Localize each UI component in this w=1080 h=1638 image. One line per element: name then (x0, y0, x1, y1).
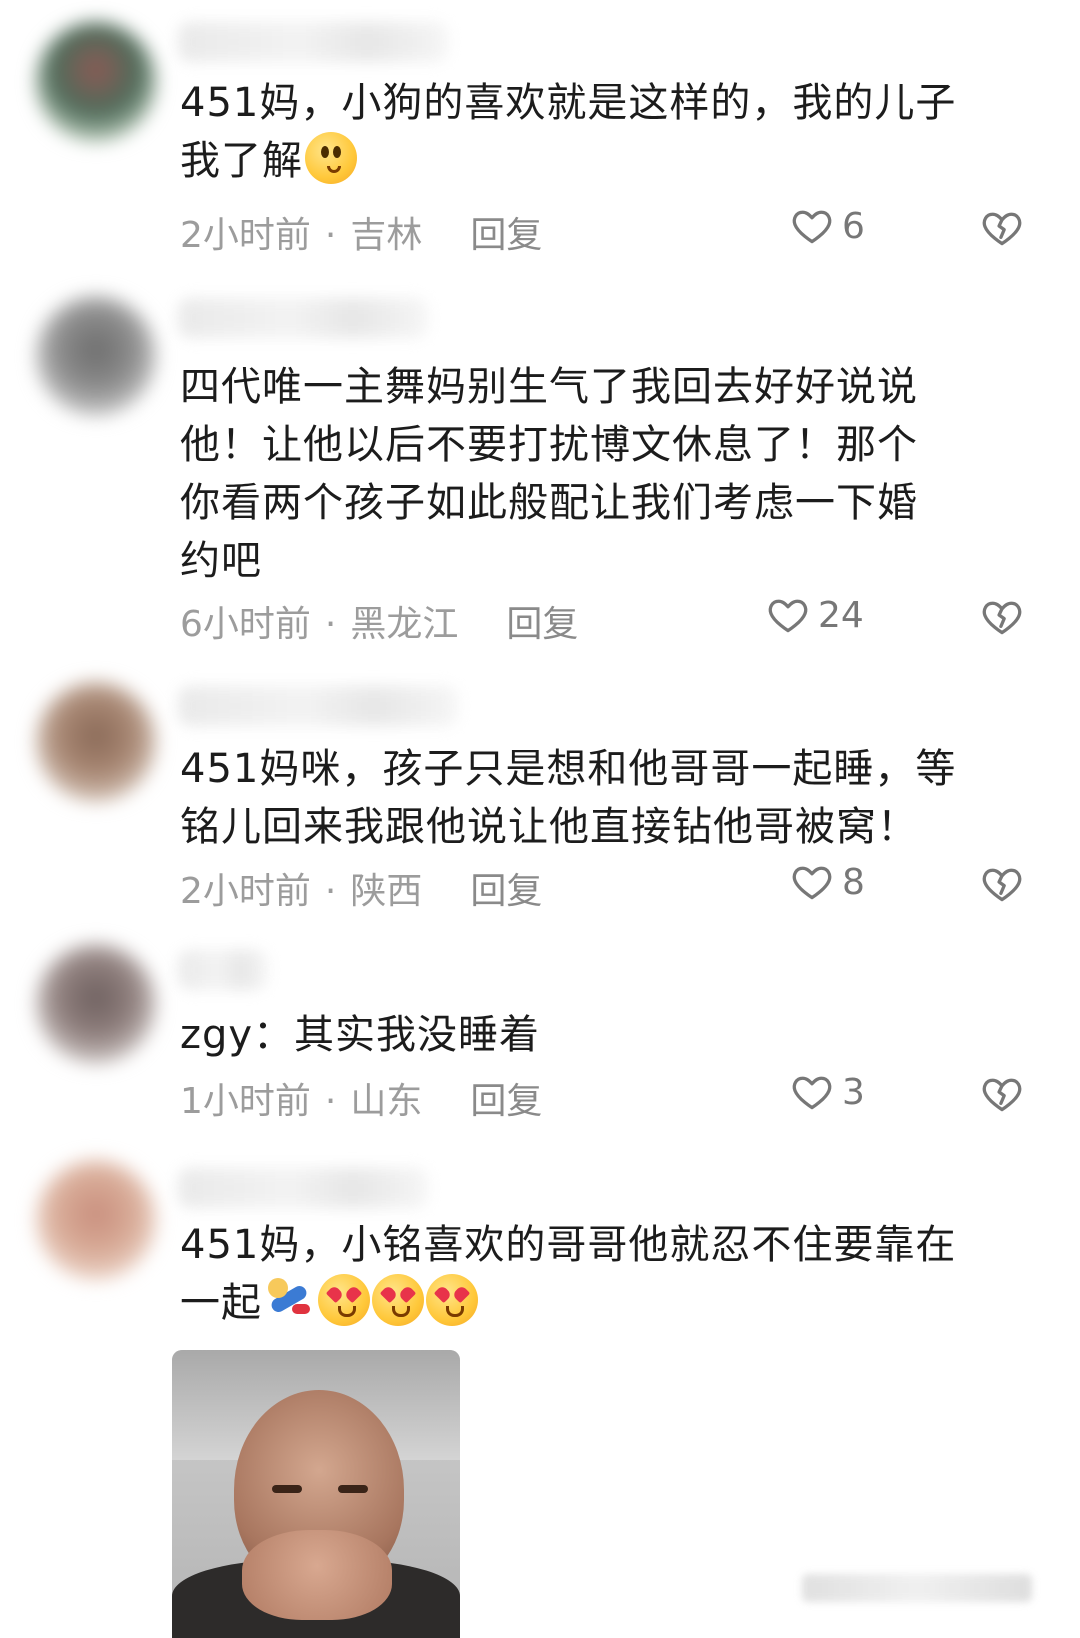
comment-text: 四代唯一主舞妈别生气了我回去好好说说 他！让他以后不要打扰博文休息了！那个 你看… (180, 364, 918, 584)
comment-meta: 6小时前 · 黑龙江 回复 (180, 595, 578, 647)
comment-time: 1小时前 (180, 1081, 311, 1122)
dislike-button[interactable] (980, 1072, 1024, 1116)
comment-meta: 2小时前 · 吉林 回复 (180, 206, 542, 258)
avatar[interactable] (36, 1160, 156, 1280)
dislike-button[interactable] (980, 595, 1024, 639)
comment-text: 451妈，小铭喜欢的哥哥他就忍不住要靠在 一起 (180, 1222, 957, 1326)
username-blurred[interactable] (178, 950, 268, 990)
like-count: 6 (842, 205, 865, 247)
reply-button[interactable]: 回复 (506, 604, 578, 645)
comment-location: 黑龙江 (350, 604, 459, 645)
comment-feed: 451妈，小狗的喜欢就是这样的，我的儿子 我了解 2小时前 · 吉林 回复 6 四代唯… (0, 0, 1080, 1638)
username-blurred[interactable] (178, 686, 458, 726)
comment-text: zgy：其实我没睡着 (180, 1012, 541, 1058)
like-button[interactable]: 6 (790, 204, 865, 248)
reply-button[interactable]: 回复 (470, 871, 542, 912)
comment-time: 2小时前 (180, 871, 311, 912)
dislike-button[interactable] (980, 206, 1024, 250)
watermark (802, 1574, 1032, 1602)
username-blurred[interactable] (178, 22, 448, 62)
heart-eyes-kiss-emoji (426, 1274, 478, 1326)
comment-location: 吉林 (350, 215, 423, 256)
sticker-eye (338, 1485, 368, 1493)
comment-text: 451妈，小狗的喜欢就是这样的，我的儿子 我了解 (180, 80, 957, 184)
thinking-face-emoji (305, 132, 357, 184)
broken-heart-icon (980, 206, 1024, 250)
username-blurred[interactable] (178, 298, 428, 338)
heart-eyes-kiss-emoji (372, 1274, 424, 1326)
rushing-person-emoji (264, 1274, 316, 1326)
heart-eyes-kiss-emoji (318, 1274, 370, 1326)
sticker-hand (242, 1530, 392, 1620)
avatar[interactable] (36, 682, 156, 802)
meta-separator: · (324, 604, 337, 645)
like-count: 8 (842, 861, 865, 903)
username-blurred[interactable] (178, 1168, 428, 1208)
comment-time: 6小时前 (180, 604, 311, 645)
heart-icon (766, 593, 810, 637)
like-button[interactable]: 24 (766, 593, 864, 637)
meta-separator: · (324, 1081, 337, 1122)
like-button[interactable]: 8 (790, 860, 865, 904)
reply-button[interactable]: 回复 (470, 215, 542, 256)
broken-heart-icon (980, 1072, 1024, 1116)
broken-heart-icon (980, 862, 1024, 906)
dislike-button[interactable] (980, 862, 1024, 906)
comment-location: 山东 (350, 1081, 423, 1122)
comment-text: 451妈咪，孩子只是想和他哥哥一起睡，等 铭儿回来我跟他说让他直接钻他哥被窝！ (180, 746, 957, 850)
like-count: 24 (818, 594, 864, 636)
avatar[interactable] (36, 944, 156, 1064)
like-count: 3 (842, 1071, 865, 1113)
broken-heart-icon (980, 595, 1024, 639)
reply-button[interactable]: 回复 (470, 1081, 542, 1122)
comment-time: 2小时前 (180, 215, 311, 256)
sticker-eye (272, 1485, 302, 1493)
comment-meta: 1小时前 · 山东 回复 (180, 1072, 542, 1124)
meta-separator: · (324, 871, 337, 912)
comment-meta: 2小时前 · 陕西 回复 (180, 862, 542, 914)
heart-icon (790, 1070, 834, 1114)
heart-icon (790, 204, 834, 248)
avatar[interactable] (36, 22, 156, 142)
comment-location: 陕西 (350, 871, 423, 912)
heart-icon (790, 860, 834, 904)
meta-separator: · (324, 215, 337, 256)
laughing-man-sticker[interactable] (172, 1350, 460, 1638)
like-button[interactable]: 3 (790, 1070, 865, 1114)
avatar[interactable] (36, 296, 156, 416)
